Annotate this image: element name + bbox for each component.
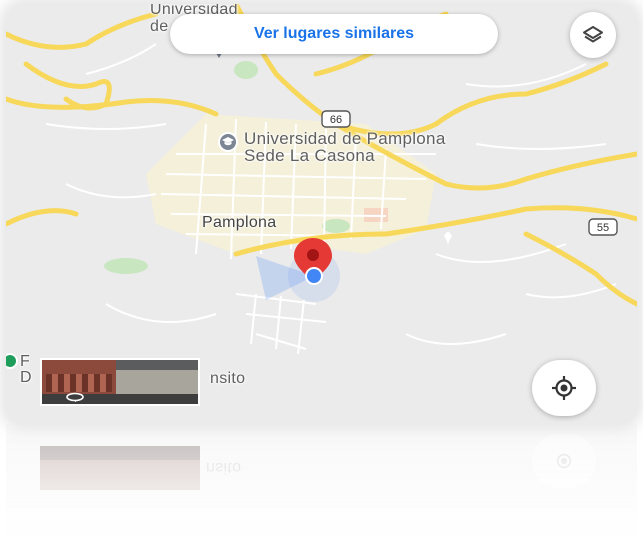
university-icon[interactable]	[218, 132, 238, 152]
reflection-thumbnail	[40, 446, 200, 490]
reflection-thumbnail-edge	[40, 446, 200, 460]
park-area	[234, 61, 258, 79]
my-location-button[interactable]	[532, 360, 596, 416]
park-area	[104, 258, 148, 274]
street-view-thumbnail[interactable]	[40, 358, 200, 406]
label-universidad-pamplona[interactable]: Universidad de Pamplona Sede La Casona	[244, 130, 446, 164]
reflection-effect: nsito	[6, 424, 637, 540]
label-bottom-left[interactable]: F D	[20, 354, 32, 386]
label-line: F	[20, 353, 31, 370]
map-frame: 66 55 Universidad de Universidad de Pamp…	[6, 4, 637, 424]
park-area	[322, 219, 350, 233]
label-line: Sede La Casona	[244, 146, 375, 165]
sv-roof	[116, 360, 198, 370]
label-line: Universidad de Pamplona	[244, 129, 446, 148]
360-rotate-icon	[64, 390, 86, 404]
label-line: D	[20, 369, 32, 386]
place-marker-icon	[444, 232, 452, 246]
layers-icon	[583, 26, 603, 43]
reflection-locate-button	[532, 434, 596, 488]
reflection-label: nsito	[206, 459, 242, 476]
my-location-icon	[552, 376, 576, 400]
my-location-dot-inner	[307, 269, 321, 283]
label-city-pamplona[interactable]: Pamplona	[202, 214, 276, 231]
similar-places-button[interactable]: Ver lugares similares	[170, 14, 498, 54]
layers-button[interactable]	[570, 12, 616, 58]
route-number-55: 55	[597, 222, 609, 234]
route-number-66: 66	[330, 114, 342, 126]
label-transito[interactable]: nsito	[210, 370, 245, 387]
